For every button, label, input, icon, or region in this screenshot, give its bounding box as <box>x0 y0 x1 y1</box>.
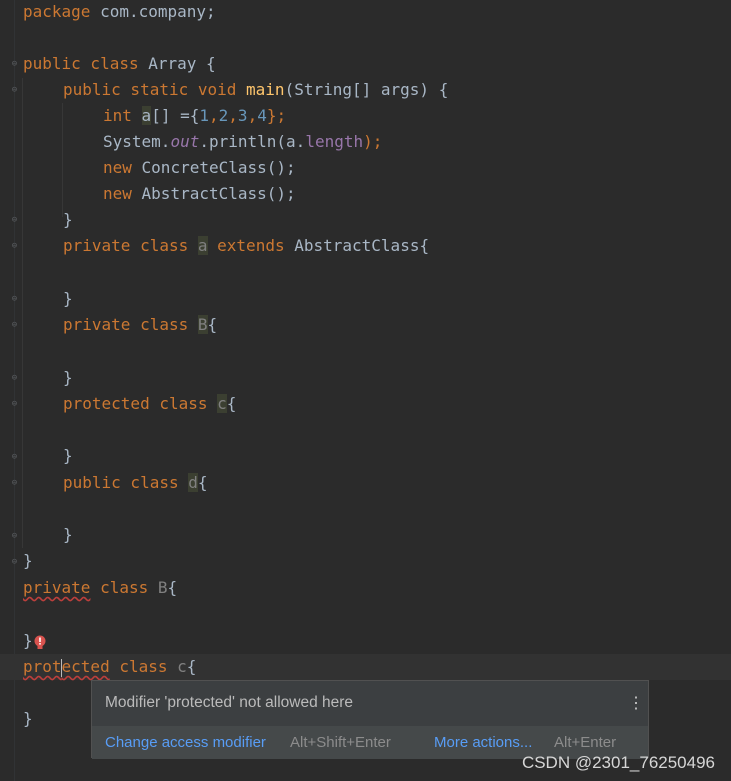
code-text: }; <box>266 106 287 125</box>
class-name: B <box>157 578 168 597</box>
variable: a <box>141 106 152 125</box>
indent-guide <box>62 103 63 217</box>
class-name: a <box>197 236 208 255</box>
code-line-int[interactable]: int a[] ={1,2,3,4}; <box>103 103 286 129</box>
code-editor[interactable]: ⊖ ⊖ ⊖ ⊖ ⊖ ⊖ ⊖ ⊖ ⊖ ⊖ ⊖ ⊖ package com.comp… <box>0 0 731 781</box>
code-line-outer-c[interactable]: protected class c{ <box>23 654 196 680</box>
class-name: c <box>177 657 187 676</box>
code-text: (String[] args) { <box>284 80 449 99</box>
brace: } <box>63 525 73 544</box>
fold-marker-icon[interactable]: ⊖ <box>9 399 20 410</box>
keyword: protected class <box>63 394 208 413</box>
watermark-text: CSDN @2301_76250496 <box>521 753 715 772</box>
fold-marker-icon[interactable]: ⊖ <box>9 59 20 70</box>
popup-header: Modifier 'protected' not allowed here ⋮ <box>92 681 648 726</box>
code-line-brace[interactable]: } <box>63 286 73 312</box>
method-name: main <box>246 80 285 99</box>
class-name: d <box>188 473 198 492</box>
code-line-brace[interactable]: } <box>63 365 73 391</box>
fold-marker-icon[interactable]: ⊖ <box>9 320 20 331</box>
number: 1 <box>199 106 209 125</box>
code-text: { <box>167 578 178 597</box>
keyword: private class <box>63 315 189 334</box>
indent-guide <box>22 78 23 548</box>
more-menu-icon[interactable]: ⋮ <box>628 695 644 713</box>
keyword: class <box>119 657 168 676</box>
brace: } <box>63 289 73 308</box>
keyword: new <box>103 158 132 177</box>
class-name: c <box>217 394 227 413</box>
keyword: extends <box>217 236 285 255</box>
code-text: ); <box>363 132 383 151</box>
fold-marker-icon[interactable]: ⊖ <box>9 294 20 305</box>
fold-marker-icon[interactable]: ⊖ <box>9 241 20 252</box>
number: 3 <box>237 106 248 125</box>
keyword: public class <box>23 54 139 73</box>
shortcut-label: Alt+Shift+Enter <box>290 734 391 751</box>
code-line-inner-B[interactable]: private class B{ <box>63 312 217 338</box>
error-bulb-icon[interactable] <box>33 635 47 651</box>
code-text: { <box>197 473 208 492</box>
brace: } <box>23 631 33 650</box>
code-line-package[interactable]: package com.company; <box>23 0 216 25</box>
code-line-println[interactable]: System.out.println(a.length); <box>103 129 382 155</box>
code-line-outer-B[interactable]: private class B{ <box>23 575 177 601</box>
code-line-new-concrete[interactable]: new ConcreteClass(); <box>103 155 296 181</box>
code-line-brace[interactable]: } <box>63 207 73 233</box>
code-line-brace[interactable]: } <box>23 628 33 654</box>
code-line-main[interactable]: public static void main(String[] args) { <box>63 77 448 103</box>
change-access-modifier-link[interactable]: Change access modifier <box>105 726 266 759</box>
number: 2 <box>218 106 229 125</box>
code-line-brace[interactable]: } <box>63 443 73 469</box>
code-line-class[interactable]: public class Array { <box>23 51 216 77</box>
static-field: out <box>170 132 200 151</box>
code-line-inner-d[interactable]: public class d{ <box>63 470 208 496</box>
code-line-inner-c[interactable]: protected class c{ <box>63 391 236 417</box>
fold-marker-icon[interactable]: ⊖ <box>9 215 20 226</box>
fold-marker-icon[interactable]: ⊖ <box>9 85 20 96</box>
code-text: [] ={ <box>151 106 200 125</box>
code-text: ConcreteClass(); <box>131 158 296 177</box>
code-line-brace[interactable]: } <box>23 548 33 574</box>
code-line-new-abstract[interactable]: new AbstractClass(); <box>103 181 296 207</box>
code-line-brace[interactable]: } <box>63 522 73 548</box>
fold-marker-icon[interactable]: ⊖ <box>9 478 20 489</box>
code-line-inner-a[interactable]: private class a extends AbstractClass{ <box>63 233 429 259</box>
code-text: com.company; <box>90 2 216 21</box>
field: length <box>305 132 364 151</box>
keyword: prot <box>23 657 62 676</box>
code-text: { <box>207 315 218 334</box>
fold-marker-icon[interactable]: ⊖ <box>9 373 20 384</box>
keyword: package <box>23 2 91 21</box>
brace: } <box>63 446 73 465</box>
code-text: System. <box>103 132 171 151</box>
more-actions-link[interactable]: More actions... <box>434 726 532 759</box>
error-message: Modifier 'protected' not allowed here <box>105 694 354 711</box>
error-tooltip-popup: Modifier 'protected' not allowed here ⋮ … <box>91 680 649 759</box>
code-text: { <box>186 657 197 676</box>
keyword: public class <box>63 473 179 492</box>
keyword: class <box>100 578 149 597</box>
fold-marker-icon[interactable]: ⊖ <box>9 452 20 463</box>
brace: } <box>63 368 73 387</box>
code-text: AbstractClass(); <box>131 184 296 203</box>
brace: } <box>23 709 33 728</box>
brace: } <box>63 210 73 229</box>
keyword: private class <box>63 236 189 255</box>
code-text: Array { <box>138 54 216 73</box>
class-name: B <box>197 315 208 334</box>
keyword: int <box>103 106 132 125</box>
fold-marker-icon[interactable]: ⊖ <box>9 557 20 568</box>
brace: } <box>23 551 33 570</box>
fold-marker-icon[interactable]: ⊖ <box>9 531 20 542</box>
code-line-brace[interactable]: } <box>23 706 33 732</box>
code-text: AbstractClass{ <box>284 236 430 255</box>
keyword: new <box>103 184 132 203</box>
keyword: ected <box>61 657 110 676</box>
number: 4 <box>257 106 267 125</box>
code-text: .println(a. <box>199 132 306 151</box>
code-text: { <box>226 394 237 413</box>
keyword: private <box>23 578 91 597</box>
keyword: public static void <box>63 80 237 99</box>
